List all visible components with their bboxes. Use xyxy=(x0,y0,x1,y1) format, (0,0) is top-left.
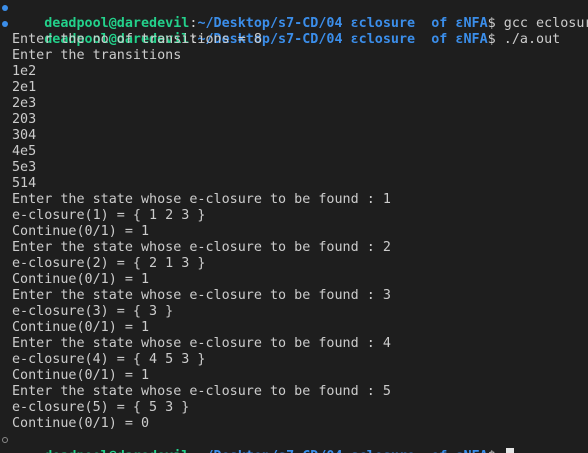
output-line: Enter the state whose e-closure to be fo… xyxy=(12,336,391,351)
output-line: Enter the transitions xyxy=(12,48,182,63)
output-line: Enter the state whose e-closure to be fo… xyxy=(12,288,391,303)
output-line: 203 xyxy=(12,112,37,127)
output-line: e-closure(2) = { 2 1 3 } xyxy=(12,256,206,271)
prompt-symbol: $ xyxy=(488,449,496,453)
output-line: Continue(0/1) = 0 xyxy=(12,416,150,431)
text-cursor[interactable] xyxy=(505,448,514,453)
output-line: Continue(0/1) = 1 xyxy=(12,224,150,239)
prompt-line-1: deadpool@daredevil:~/Desktop/s7-CD/04 εc… xyxy=(0,0,588,31)
output-line: 304 xyxy=(12,128,37,143)
terminal-window[interactable]: deadpool@daredevil:~/Desktop/s7-CD/04 εc… xyxy=(0,0,588,453)
command-status-dot-icon[interactable] xyxy=(2,21,8,27)
output-line: e-closure(5) = { 5 3 } xyxy=(12,400,190,415)
output-line: Continue(0/1) = 1 xyxy=(12,272,150,287)
output-line: Enter the no of transitions = 8 xyxy=(12,32,262,47)
prompt-line-active[interactable]: deadpool@daredevil:~/Desktop/s7-CD/04 εc… xyxy=(0,432,588,453)
output-line: e-closure(1) = { 1 2 3 } xyxy=(12,208,206,223)
prompt-line-2: deadpool@daredevil:~/Desktop/s7-CD/04 εc… xyxy=(0,16,588,47)
output-line: 514 xyxy=(12,176,37,191)
output-line: 4e5 xyxy=(12,144,37,159)
output-line: 2e3 xyxy=(12,96,37,111)
output-line: e-closure(4) = { 4 5 3 } xyxy=(12,352,206,367)
output-line: Enter the state whose e-closure to be fo… xyxy=(12,192,391,207)
prompt-path: ~/Desktop/s7-CD/04 εclosure of εNFA xyxy=(197,449,487,453)
command-status-dot-icon[interactable] xyxy=(2,437,8,443)
output-line: Continue(0/1) = 1 xyxy=(12,368,150,383)
prompt-user-host: deadpool@daredevil xyxy=(44,449,189,453)
output-line: 2e1 xyxy=(12,80,37,95)
output-line: e-closure(3) = { 3 } xyxy=(12,304,174,319)
output-line: 5e3 xyxy=(12,160,37,175)
output-line: Enter the state whose e-closure to be fo… xyxy=(12,240,391,255)
command-status-dot-icon[interactable] xyxy=(2,5,8,11)
output-line: Continue(0/1) = 1 xyxy=(12,320,150,335)
output-line: 1e2 xyxy=(12,64,37,79)
output-line: Enter the state whose e-closure to be fo… xyxy=(12,384,391,399)
